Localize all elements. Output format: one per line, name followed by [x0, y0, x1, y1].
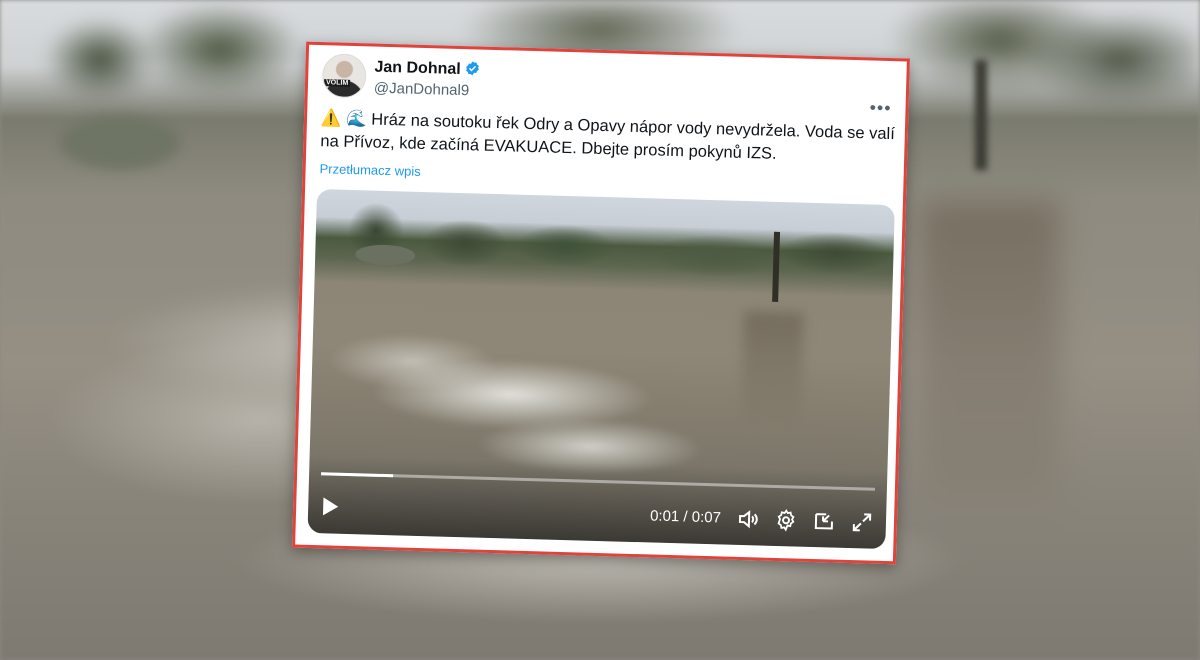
- time-separator: /: [683, 508, 688, 526]
- volume-icon[interactable]: [736, 507, 761, 532]
- video-time: 0:01 / 0:07: [650, 507, 721, 526]
- tweet-body: Hráz na soutoku řek Odry a Opavy nápor v…: [320, 110, 896, 163]
- duration: 0:07: [691, 508, 722, 527]
- author-name-text[interactable]: Jan Dohnal: [374, 59, 461, 78]
- background-reflection: [920, 200, 1060, 500]
- background-rock: [60, 115, 180, 170]
- more-options-icon[interactable]: •••: [869, 97, 891, 118]
- warning-emoji-icon: ⚠️: [320, 109, 342, 128]
- video-progress-fill: [321, 472, 394, 478]
- tweet-card[interactable]: VOLIM Jan Dohnal @JanDohnal9 ••• ⚠️ 🌊 Hr…: [292, 41, 910, 565]
- background-tree-trunk: [975, 60, 987, 170]
- play-icon[interactable]: [320, 495, 341, 518]
- author-name[interactable]: Jan Dohnal: [374, 58, 481, 80]
- wave-emoji-icon: 🌊: [345, 109, 367, 129]
- avatar[interactable]: VOLIM: [321, 53, 367, 99]
- translate-link[interactable]: Przetłumacz wpis: [319, 161, 421, 179]
- fullscreen-icon[interactable]: [850, 510, 875, 535]
- settings-icon[interactable]: [774, 508, 799, 533]
- verified-badge-icon: [466, 61, 480, 76]
- video-player[interactable]: 0:01 / 0:07: [307, 189, 895, 550]
- video-controls: 0:01 / 0:07: [307, 454, 888, 550]
- pip-icon[interactable]: [812, 509, 837, 534]
- current-time: 0:01: [649, 507, 680, 526]
- video-progress-bar[interactable]: [321, 472, 875, 491]
- video-trees: [314, 199, 895, 286]
- avatar-badge-text: VOLIM: [323, 79, 351, 87]
- author-handle[interactable]: @JanDohnal9: [374, 80, 470, 100]
- video-tree-trunk: [772, 231, 781, 302]
